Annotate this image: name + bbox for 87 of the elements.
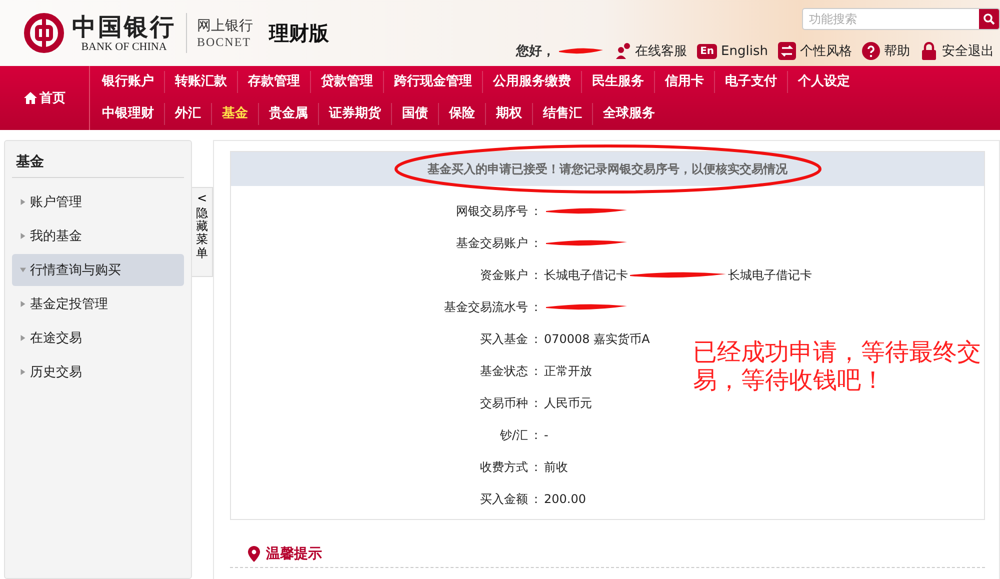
location-pin-icon (248, 546, 260, 562)
bank-name: 中国银行 (72, 13, 176, 41)
field-label: 收费方式 (479, 458, 528, 476)
bank-name-english: BANK OF CHINA (81, 41, 167, 53)
triangle-icon (20, 198, 26, 206)
nav-tab[interactable]: 贷款管理 (310, 71, 383, 93)
field-value: 200.00 (544, 492, 586, 506)
bank-logo-icon (24, 13, 64, 53)
greeting: 您好， (516, 43, 556, 60)
nav-tab[interactable]: 贵金属 (258, 103, 318, 125)
triangle-icon (20, 334, 26, 342)
search-field[interactable]: 功能搜索 (802, 8, 1000, 30)
swap-arrows-icon (778, 42, 796, 60)
nav-tab[interactable]: 保险 (438, 103, 485, 125)
padlock-icon (920, 42, 938, 60)
product-name: 网上银行 (197, 16, 253, 34)
nav-tab[interactable]: 民生服务 (581, 71, 654, 93)
nav-tab[interactable]: 证券期货 (318, 103, 391, 125)
field-label: 交易币种 (479, 394, 528, 412)
sidebar-item[interactable]: 在途交易 (12, 322, 184, 354)
language-link[interactable]: En English (697, 44, 768, 58)
field-label: 买入金额 (479, 490, 528, 508)
field-value: 正常开放 (544, 362, 592, 380)
nav-tab[interactable]: 中银理财 (92, 103, 164, 125)
nav-tab[interactable]: 国债 (391, 103, 438, 125)
colon: ： (529, 426, 543, 444)
field-label: 钞/汇 (498, 426, 528, 444)
search-input[interactable]: 功能搜索 (803, 12, 979, 26)
home-icon (24, 92, 36, 104)
triangle-icon (20, 300, 26, 308)
field-value: 人民币元 (544, 394, 592, 412)
field-value: 长城电子借记卡 (544, 266, 628, 284)
nav-tab[interactable]: 结售汇 (532, 103, 592, 125)
colon: ： (529, 394, 543, 412)
field-label: 基金交易流水号 (443, 298, 528, 316)
field-label: 基金交易账户 (455, 234, 528, 252)
sidebar-item[interactable]: 行情查询与购买 (12, 254, 184, 286)
colon: ： (529, 490, 543, 508)
field-value: - (544, 428, 548, 442)
success-message: 基金买入的申请已接受！请您记录网银交易序号，以便核实交易情况 (428, 160, 788, 178)
product-name-english: BOCNET (197, 34, 252, 50)
field-value: 长城电子借记卡 (728, 266, 812, 284)
nav-tab[interactable]: 信用卡 (654, 71, 714, 93)
field-label: 买入基金 (479, 330, 528, 348)
help-icon (862, 42, 880, 60)
field-label: 网银交易序号 (455, 202, 528, 220)
nav-tab[interactable]: 转账汇款 (164, 71, 237, 93)
sidebar-item[interactable]: 基金定投管理 (12, 288, 184, 320)
colon: ： (529, 458, 543, 476)
sidebar-item[interactable]: 账户管理 (12, 186, 184, 218)
colon: ： (529, 330, 543, 348)
nav-tab[interactable]: 个人设定 (787, 71, 860, 93)
triangle-icon (20, 232, 26, 240)
colon: ： (529, 266, 543, 284)
nav-tab[interactable]: 跨行现金管理 (383, 71, 482, 93)
nav-tab[interactable]: 银行账户 (92, 71, 164, 93)
tips-title: 温馨提示 (266, 544, 322, 562)
help-link[interactable]: 帮助 (862, 42, 910, 60)
nav-tab[interactable]: 期权 (485, 103, 532, 125)
colon: ： (529, 362, 543, 380)
search-icon (983, 13, 995, 25)
nav-tab[interactable]: 全球服务 (592, 103, 665, 125)
sidebar-item[interactable]: 历史交易 (12, 356, 184, 388)
field-value: 070008 嘉实货币A (544, 330, 650, 348)
field-label: 资金账户 (479, 266, 528, 284)
annotation-text: 已经成功申请，等待最终交易，等待收钱吧！ (693, 338, 982, 394)
service-link[interactable]: 在线客服 (615, 42, 688, 60)
colon: ： (529, 202, 543, 220)
logout-link[interactable]: 安全退出 (920, 42, 994, 60)
edition-title: 理财版 (269, 20, 329, 46)
field-value: 前收 (544, 458, 568, 476)
style-link[interactable]: 个性风格 (778, 42, 852, 60)
nav-tab[interactable]: 电子支付 (714, 71, 787, 93)
nav-tab[interactable]: 公用服务缴费 (482, 71, 581, 93)
triangle-icon (20, 368, 26, 376)
sidebar-title: 基金 (12, 141, 184, 178)
hide-menu-tab[interactable]: < 隐藏菜单 (192, 187, 213, 277)
field-label: 基金状态 (479, 362, 528, 380)
nav-tab[interactable]: 外汇 (164, 103, 211, 125)
nav-tab[interactable]: 存款管理 (237, 71, 310, 93)
search-button[interactable] (979, 9, 999, 29)
colon: ： (529, 298, 543, 316)
nav-tab[interactable]: 基金 (211, 103, 258, 125)
triangle-icon (20, 266, 26, 274)
home-tab[interactable]: 首页 (0, 66, 90, 130)
colon: ： (529, 234, 543, 252)
sidebar-item[interactable]: 我的基金 (12, 220, 184, 252)
